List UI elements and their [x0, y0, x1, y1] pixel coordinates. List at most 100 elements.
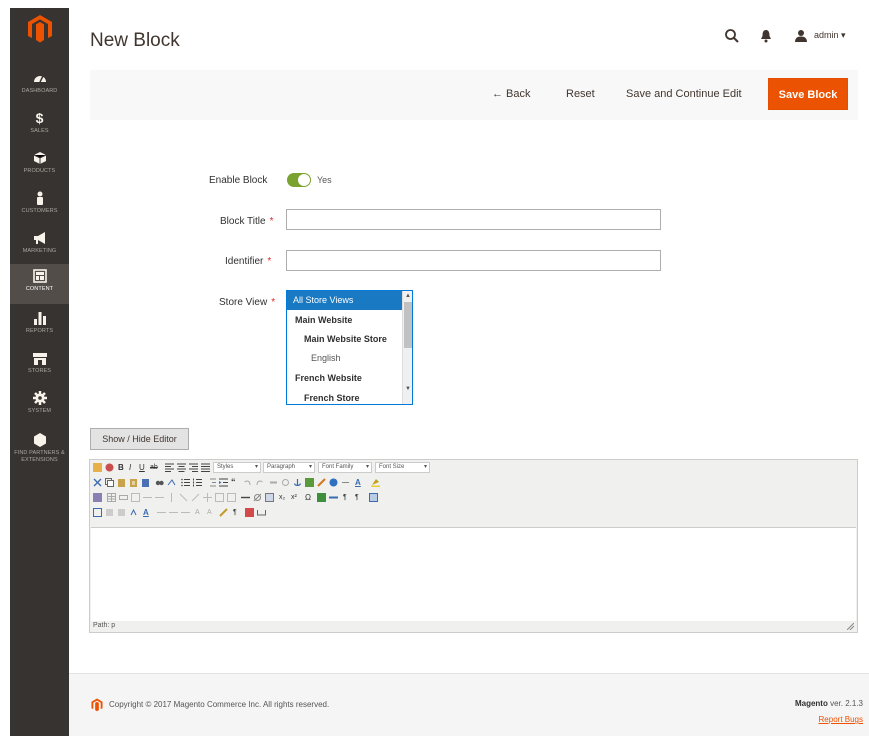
nav-system[interactable]: SYSTEM — [10, 386, 69, 426]
store-view-multiselect[interactable]: All Store Views Main Website Main Websit… — [286, 290, 413, 405]
font-family-select[interactable]: Font Family ▾ — [318, 462, 372, 473]
font-color-icon[interactable]: A — [355, 478, 364, 487]
ins-icon[interactable]: A — [207, 508, 216, 517]
del-icon[interactable]: A — [195, 508, 204, 517]
align-right-icon[interactable] — [189, 463, 198, 472]
background-color-icon[interactable] — [371, 478, 380, 487]
show-blocks-icon[interactable]: ¶ — [233, 508, 242, 517]
delete-col-icon[interactable] — [203, 493, 212, 502]
strikethrough-icon[interactable]: ab — [150, 463, 159, 472]
insert-layer-icon[interactable] — [93, 508, 102, 517]
visual-aid-icon[interactable] — [265, 493, 274, 502]
bell-icon[interactable] — [760, 29, 772, 43]
save-continue-button[interactable]: Save and Continue Edit — [626, 88, 742, 100]
absolute-icon[interactable] — [129, 508, 138, 517]
align-justify-icon[interactable] — [201, 463, 210, 472]
editor-content-area[interactable] — [91, 527, 856, 621]
bullet-list-icon[interactable] — [181, 478, 190, 487]
magento-logo-icon[interactable] — [27, 14, 53, 44]
nav-reports[interactable]: REPORTS — [10, 306, 69, 346]
link-icon[interactable] — [269, 478, 278, 487]
unlink-icon[interactable] — [281, 478, 290, 487]
paste-text-icon[interactable] — [129, 478, 138, 487]
reset-button[interactable]: Reset — [566, 88, 595, 100]
copy-icon[interactable] — [105, 478, 114, 487]
show-hide-editor-button[interactable]: Show / Hide Editor — [90, 428, 189, 450]
row-before-icon[interactable] — [143, 493, 152, 502]
edit-css-icon[interactable] — [93, 493, 102, 502]
blockquote-icon[interactable]: “ — [231, 478, 240, 487]
ltr-icon[interactable] — [329, 493, 338, 502]
italic-icon[interactable]: I — [129, 463, 138, 472]
report-bugs-link[interactable]: Report Bugs — [819, 715, 863, 724]
outdent-icon[interactable] — [207, 478, 216, 487]
table-cell-props-icon[interactable] — [131, 493, 140, 502]
move-backward-icon[interactable] — [117, 508, 126, 517]
paste-icon[interactable] — [117, 478, 126, 487]
insert-image-icon[interactable] — [305, 478, 314, 487]
undo-icon[interactable] — [243, 478, 252, 487]
image-icon[interactable] — [105, 463, 114, 472]
underline-icon[interactable]: U — [139, 463, 148, 472]
indent-icon[interactable] — [219, 478, 228, 487]
nav-customers[interactable]: CUSTOMERS — [10, 186, 69, 226]
cleanup-icon[interactable] — [317, 478, 326, 487]
admin-user-menu[interactable]: admin ▾ — [814, 30, 846, 41]
special-char-icon[interactable]: Ω — [305, 493, 314, 502]
paragraph-mark-ltr-icon[interactable]: ¶ — [343, 493, 352, 502]
scrollbar-thumb[interactable] — [404, 302, 412, 348]
help-icon[interactable] — [329, 478, 338, 487]
store-option[interactable]: English — [287, 349, 402, 368]
col-before-icon[interactable] — [179, 493, 188, 502]
font-size-select[interactable]: Font Size ▾ — [375, 462, 430, 473]
nav-content[interactable]: CONTENT — [10, 264, 69, 304]
cite-icon[interactable] — [157, 508, 166, 517]
bold-icon[interactable]: B — [118, 463, 127, 472]
enable-block-toggle[interactable] — [287, 173, 311, 187]
table-row-props-icon[interactable] — [119, 493, 128, 502]
styles-select[interactable]: Styles ▾ — [213, 462, 261, 473]
anchor-icon[interactable] — [293, 478, 302, 487]
align-left-icon[interactable] — [165, 463, 174, 472]
redo-icon[interactable] — [255, 478, 264, 487]
numbered-list-icon[interactable] — [193, 478, 202, 487]
nav-sales[interactable]: $ SALES — [10, 106, 69, 146]
remove-format-icon[interactable] — [253, 493, 262, 502]
nav-dashboard[interactable]: DASHBOARD — [10, 66, 69, 106]
fullscreen-icon[interactable] — [369, 493, 378, 502]
col-after-icon[interactable] — [191, 493, 200, 502]
back-button[interactable]: ← Back — [492, 88, 531, 100]
nonbreaking-icon[interactable] — [257, 508, 266, 517]
store-option[interactable]: French Website — [287, 369, 402, 388]
scroll-down-icon[interactable]: ▼ — [405, 385, 411, 393]
store-option[interactable]: French Store — [287, 389, 402, 404]
insert-table-icon[interactable] — [107, 493, 116, 502]
template-icon[interactable] — [245, 508, 254, 517]
store-option[interactable]: Main Website — [287, 311, 402, 330]
split-cells-icon[interactable] — [215, 493, 224, 502]
move-forward-icon[interactable] — [105, 508, 114, 517]
store-option[interactable]: Main Website Store — [287, 330, 402, 349]
subscript-icon[interactable]: x₂ — [279, 493, 288, 502]
find-icon[interactable] — [155, 478, 164, 487]
widget-icon[interactable] — [93, 463, 102, 472]
user-icon[interactable] — [794, 29, 808, 43]
acronym-icon[interactable] — [181, 508, 190, 517]
resize-handle-icon[interactable] — [847, 623, 854, 630]
nav-products[interactable]: PRODUCTS — [10, 146, 69, 186]
block-title-input[interactable] — [286, 209, 661, 230]
code-icon[interactable] — [341, 478, 350, 487]
align-center-icon[interactable] — [177, 463, 186, 472]
multiselect-scrollbar[interactable]: ▲ ▼ — [402, 291, 412, 404]
attribs-icon[interactable] — [219, 508, 228, 517]
cut-icon[interactable] — [93, 478, 102, 487]
nav-find-partners[interactable]: FIND PARTNERS & EXTENSIONS — [10, 428, 69, 476]
search-icon[interactable] — [724, 28, 740, 44]
merge-cells-icon[interactable] — [227, 493, 236, 502]
style-props-icon[interactable]: A — [143, 508, 152, 517]
replace-icon[interactable] — [167, 478, 176, 487]
delete-row-icon[interactable] — [167, 493, 176, 502]
paste-word-icon[interactable] — [141, 478, 150, 487]
identifier-input[interactable] — [286, 250, 661, 271]
row-after-icon[interactable] — [155, 493, 164, 502]
